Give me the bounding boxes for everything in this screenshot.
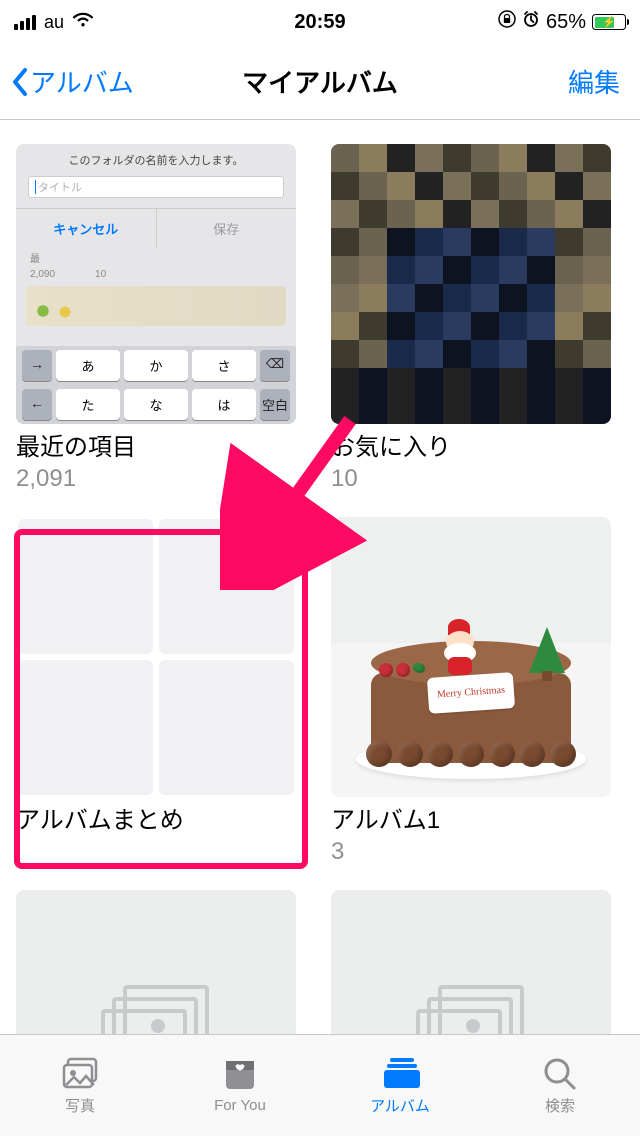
edit-button[interactable]: 編集 [568, 63, 630, 100]
album-thumbnail [331, 890, 611, 1034]
tab-label: 検索 [545, 1095, 575, 1116]
back-button[interactable]: アルバム [10, 63, 134, 100]
photo-stack-icon [101, 985, 211, 1034]
album-thumbnail [16, 517, 296, 797]
tab-foryou[interactable]: For You [160, 1035, 320, 1136]
tab-label: 写真 [65, 1095, 95, 1116]
photos-tab-icon [60, 1055, 100, 1091]
tab-albums[interactable]: アルバム [320, 1035, 480, 1136]
album-1[interactable]: Merry Christmas アルバム1 3 [331, 517, 624, 866]
tab-label: アルバム [370, 1095, 430, 1116]
tab-bar: 写真 For You アルバム 検索 [0, 1034, 640, 1136]
battery-percentage: 65% [546, 11, 586, 34]
status-time: 20:59 [294, 11, 345, 34]
album-recents[interactable]: このフォルダの名前を入力します。 タイトル キャンセル保存 最 2,09010 … [16, 144, 309, 493]
album-thumbnail: このフォルダの名前を入力します。 タイトル キャンセル保存 最 2,09010 … [16, 144, 296, 424]
chevron-left-icon [10, 66, 30, 98]
album-thumbnail: Merry Christmas [331, 517, 611, 797]
orientation-lock-icon [498, 10, 516, 34]
album-count: 10 [331, 465, 624, 493]
tab-search[interactable]: 検索 [480, 1035, 640, 1136]
album-favorites[interactable]: お気に入り 10 [331, 144, 624, 493]
cellular-signal-icon [14, 15, 36, 30]
back-label: アルバム [30, 63, 134, 100]
navigation-bar: アルバム マイアルバム 編集 [0, 44, 640, 120]
wifi-icon [72, 11, 94, 34]
page-title: マイアルバム [242, 63, 398, 100]
alarm-icon [522, 10, 540, 34]
album-thumbnail [16, 890, 296, 1034]
album-title: 最近の項目 [16, 432, 309, 463]
album-grid[interactable]: このフォルダの名前を入力します。 タイトル キャンセル保存 最 2,09010 … [0, 120, 640, 1034]
tab-label: For You [214, 1097, 266, 1114]
foryou-tab-icon [220, 1057, 260, 1093]
album-placeholder[interactable] [16, 890, 309, 1034]
album-thumbnail [331, 144, 611, 424]
album-title: アルバムまとめ [16, 805, 309, 836]
carrier-label: au [44, 12, 64, 33]
album-count: 3 [331, 838, 624, 866]
tab-photos[interactable]: 写真 [0, 1035, 160, 1136]
search-tab-icon [540, 1055, 580, 1091]
status-bar: au 20:59 65% ⚡ [0, 0, 640, 44]
albums-tab-icon [380, 1055, 420, 1091]
album-folder-matome[interactable]: アルバムまとめ [16, 517, 309, 866]
battery-icon: ⚡ [592, 14, 626, 30]
album-title: お気に入り [331, 432, 624, 463]
album-placeholder[interactable] [331, 890, 624, 1034]
photo-stack-icon [416, 985, 526, 1034]
album-title: アルバム1 [331, 805, 624, 836]
album-count: 2,091 [16, 465, 309, 493]
